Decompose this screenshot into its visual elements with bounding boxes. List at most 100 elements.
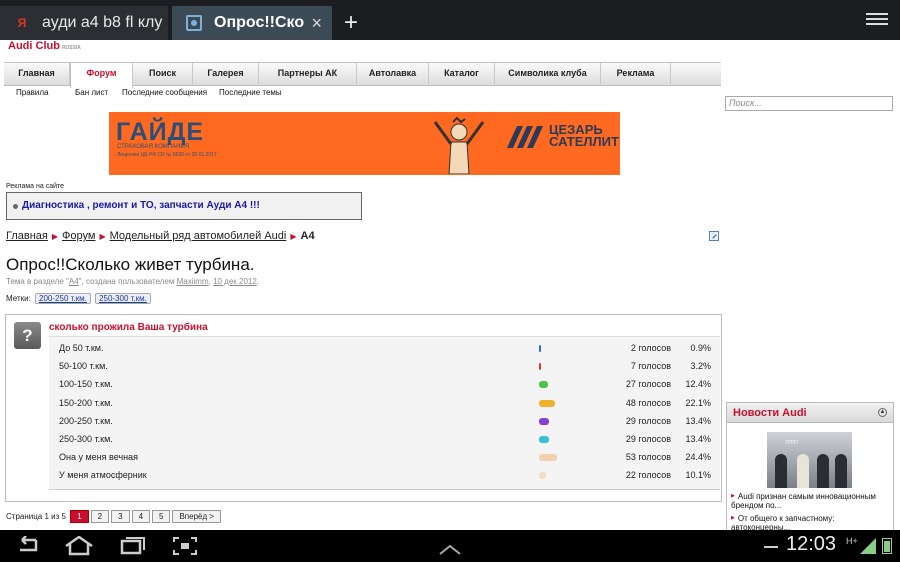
nav-item-ads[interactable]: Реклама [601,63,671,86]
meta-date-link[interactable]: 10 дек 2012 [213,277,257,286]
poll-option-label: 100-150 т.км. [59,379,113,390]
breadcrumb-arrow-icon: ▶ [290,232,297,241]
poll-option-label: 250-300 т.км. [59,434,113,444]
page-1-button[interactable]: 1 [70,510,89,523]
meta-user-link[interactable]: Maxiimm [177,277,209,286]
thread-tags: Метки: 200-250 т.км. 250-300 т.км. [6,293,151,304]
poll-option-label: 150-200 т.км. [59,397,113,408]
news-title: Новости Audi [733,407,807,419]
ad-box: Диагностика , ремонт и ТО, запчасти Ауди… [6,192,362,220]
logo-subtext: RUSSIA [61,45,81,51]
bullet-icon [13,203,18,209]
cheering-person-icon [433,116,485,174]
browser-tab-bar: Я ауди а4 b8 fl клу Опрос!!Ско × + [0,0,900,40]
news-item[interactable]: Audi признан самым инновационным брендом… [731,492,891,510]
banner-license: Лицензия ЦБ РФ СИ № 0630 от 29.01.2017 [117,152,217,158]
poll-option-row: До 50 т.км. 2 голосов 0.9% [49,339,720,357]
browser-menu-icon[interactable] [866,10,888,30]
news-item[interactable]: От общего к запчастному: автоконцерны... [731,514,891,530]
chevron-up-icon[interactable] [438,540,462,560]
tab-poll-thread[interactable]: Опрос!!Ско × [172,6,332,40]
poll-option-percent: 3.2% [690,361,711,372]
poll-result-bar [539,399,555,407]
recent-apps-icon[interactable] [118,536,146,556]
poll-option-row: 250-300 т.км. 29 голосов 13.4% [49,430,720,448]
next-page-button[interactable]: Вперёд > [172,510,222,523]
ad-label: Реклама на сайте [6,183,65,190]
external-link-icon[interactable] [709,231,719,241]
poll-option-label: Она у меня вечная [59,452,138,463]
page-3-button[interactable]: 3 [111,510,130,523]
poll-option-percent: 10.1% [685,470,711,481]
tag-250-300[interactable]: 250-300 т.км. [95,293,151,304]
poll-result-bar [539,363,541,371]
poll-option-votes: 2 голосов [630,343,671,353]
poll-results: До 50 т.км. 2 голосов 0.9% 50-100 т.км. 7 го… [49,336,720,490]
subnav-ban-list[interactable]: Бан лист [75,88,108,97]
ad-link[interactable]: Диагностика , ремонт и ТО, запчасти Ауди… [22,200,260,211]
news-photo[interactable]: ○○○○ [767,432,852,488]
nav-item-forum[interactable]: Форум [70,63,133,88]
nav-item-gallery[interactable]: Галерея [193,63,259,86]
poll-title: сколько прожила Ваша турбина [49,322,208,333]
breadcrumb-forum[interactable]: Форум [62,230,95,242]
poll-option-percent: 12.4% [685,379,711,390]
banner-brand-sub: СТРАХОВАЯ КОМПАНИЯ [117,144,190,150]
nav-item-home[interactable]: Главная [4,63,70,86]
site-logo[interactable]: Audi Club RUSSIA [8,40,81,52]
poll-result-bar [539,417,549,425]
poll-option-row: У меня атмосферник 22 голосов 10.1% [49,466,720,484]
poll-option-votes: 27 голосов [625,379,671,390]
poll-result-bar [539,381,548,389]
battery-icon [882,538,892,554]
tag-200-250[interactable]: 200-250 т.км. [35,293,91,304]
breadcrumb-home[interactable]: Главная [6,230,48,242]
poll-result-bar [539,472,546,480]
nav-item-autoshop[interactable]: Автолавка [357,63,429,86]
poll-option-percent: 13.4% [685,415,711,426]
home-icon[interactable] [64,536,94,556]
page-2-button[interactable]: 2 [90,510,110,523]
pagination: Страница 1 из 5 1 2 3 4 5 Вперёд > [6,510,222,523]
meta-section-link[interactable]: A4 [69,277,79,286]
breadcrumb-arrow-icon: ▶ [51,232,59,241]
close-tab-icon[interactable]: × [311,13,322,34]
ad-banner[interactable]: ГАЙДЕ СТРАХОВАЯ КОМПАНИЯ Лицензия ЦБ РФ … [109,112,620,175]
poll-option-votes: 7 голосов [630,361,671,372]
usb-icon [764,546,778,548]
subnav-latest-posts[interactable]: Последние сообщения [122,88,207,97]
search-input[interactable]: Поиск... [725,96,893,111]
thread-meta: Тема в разделе "A4", создана пользовател… [6,277,259,286]
subnav-latest-threads[interactable]: Последние темы [219,88,282,97]
globe-icon [186,15,202,31]
audi-news-widget: Новости Audi ▲ ○○○○ Audi признан самым ин… [726,402,894,530]
breadcrumb-models[interactable]: Модельный ряд автомобилей Audi [110,230,287,242]
poll-option-percent: 24.4% [685,452,711,463]
nav-item-search[interactable]: Поиск [133,63,193,86]
system-nav-bar: 12:03 H+ [0,530,900,562]
poll-option-label: У меня атмосферник [59,470,147,481]
page-5-button[interactable]: 5 [152,510,171,523]
tab-audi-club-search[interactable]: Я ауди а4 b8 fl клу [0,6,168,40]
page-4-button[interactable]: 4 [131,510,151,523]
subnav-rules[interactable]: Правила [16,88,48,97]
screenshot-icon[interactable] [172,536,198,556]
banner-brand: ГАЙДЕ [116,118,205,146]
tab-title: Опрос!!Ско [214,14,305,31]
nav-item-club-symbols[interactable]: Символика клуба [495,63,601,86]
thread-title: Опрос!!Сколько живет турбина. [6,255,255,274]
nav-item-partners[interactable]: Партнеры АК [259,63,357,86]
new-tab-button[interactable]: + [338,8,364,38]
back-icon[interactable] [14,536,42,556]
clock: 12:03 [786,533,837,555]
meta-middle: ", создана пользователем [78,277,177,286]
logo-text: Audi Club [8,40,60,52]
banner-partner: ЦЕЗАРЬ САТЕЛЛИТ [549,123,619,148]
web-page: Audi Club RUSSIA Главная Форум Поиск Гале… [0,40,900,530]
nav-item-catalog[interactable]: Каталог [429,63,495,86]
breadcrumb-current[interactable]: A4 [301,230,315,242]
poll-option-row: 200-250 т.км. 29 голосов 13.4% [49,412,720,430]
poll-option-row: 50-100 т.км. 7 голосов 3.2% [49,357,720,375]
collapse-icon[interactable]: ▲ [878,408,887,417]
breadcrumb: Главная ▶ Форум ▶ Модельный ряд автомобилей … [6,230,315,242]
